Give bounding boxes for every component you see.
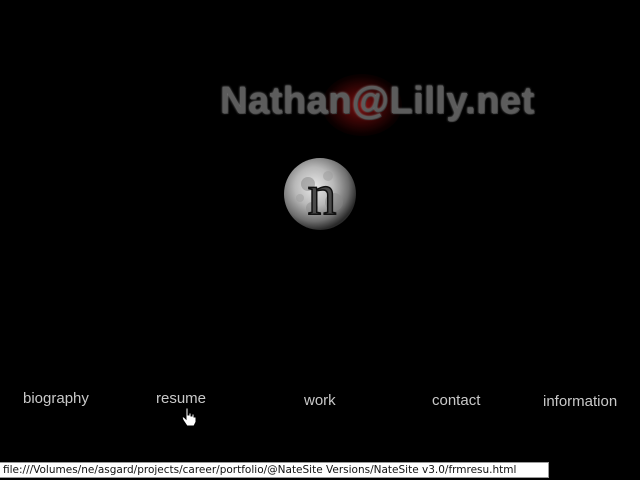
status-bar-url: file:///Volumes/ne/asgard/projects/caree… <box>0 462 549 478</box>
nav-contact-link[interactable]: contact <box>432 392 480 409</box>
page: Nathan@Lilly.net n biography resume work <box>0 0 640 480</box>
hand-pointer-icon <box>181 407 197 427</box>
logo-letter: n <box>308 162 337 227</box>
site-title: Nathan@Lilly.net <box>220 80 535 122</box>
nav-information-link[interactable]: information <box>543 393 617 410</box>
nav-resume-link[interactable]: resume <box>156 390 206 407</box>
nav-biography-link[interactable]: biography <box>23 390 89 407</box>
site-title-logo: Nathan@Lilly.net <box>180 70 560 140</box>
moon-logo-icon[interactable]: n <box>278 152 362 236</box>
nav-work-link[interactable]: work <box>304 392 336 409</box>
